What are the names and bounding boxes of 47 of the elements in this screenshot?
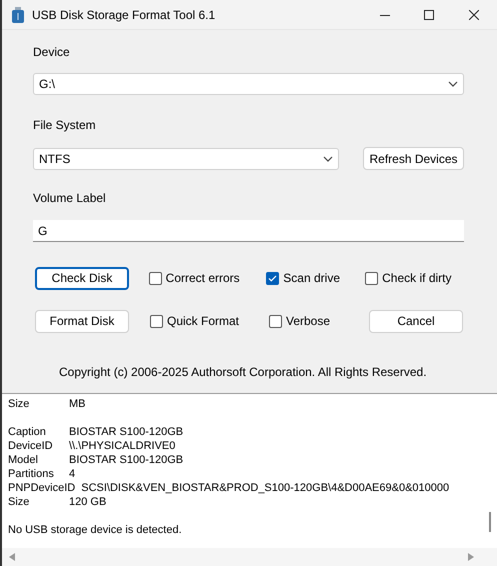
log-key: Model	[8, 453, 63, 467]
log-value: \\.\PHYSICALDRIVE0	[69, 439, 176, 453]
log-key: Caption	[8, 425, 63, 439]
log-value: BIOSTAR S100-120GB	[69, 425, 184, 439]
refresh-devices-button[interactable]: Refresh Devices	[363, 147, 464, 170]
volume-label-field[interactable]: G	[33, 220, 464, 242]
field-label: File System	[33, 117, 97, 134]
usb-drive-icon	[12, 6, 24, 22]
log-value: 4	[69, 467, 76, 481]
checkbox[interactable]	[266, 272, 280, 284]
checkmark-icon	[268, 274, 278, 282]
scroll-right-icon[interactable]	[468, 553, 474, 561]
log-key: Size	[8, 495, 63, 509]
field-label: Device	[33, 44, 71, 61]
file-system-dropdown[interactable]: NTFS	[33, 148, 339, 170]
checkbox-label: Check if dirty	[382, 270, 452, 287]
checkbox[interactable]	[365, 272, 378, 284]
window-title: USB Disk Storage Format Tool 6.1	[32, 6, 216, 24]
chevron-down-icon	[323, 156, 333, 162]
log-key: Partitions	[8, 467, 63, 481]
checkbox[interactable]	[148, 272, 162, 284]
log-message: No USB storage device is detected.	[8, 523, 183, 537]
log-value: 120 GB	[69, 495, 106, 509]
checkbox-label: Scan drive	[283, 270, 340, 287]
checkbox[interactable]	[269, 314, 282, 328]
field-label: Volume Label	[33, 190, 107, 207]
copyright-text: Copyright (c) 2006-2025 Authorsoft Corporation. All Rights Reserved.	[59, 364, 428, 381]
checkbox-label: Quick Format	[167, 313, 240, 330]
horizontal-scrollbar[interactable]	[2, 548, 497, 566]
log-key: Size	[8, 397, 63, 411]
log-key: DeviceID	[8, 439, 63, 453]
chevron-down-icon	[448, 81, 458, 87]
action-button[interactable]: Format Disk	[35, 310, 129, 332]
close-icon	[469, 10, 479, 20]
log-key: PNPDeviceID	[8, 481, 76, 495]
maximize-icon	[424, 10, 434, 20]
checkbox-label: Correct errors	[166, 270, 240, 287]
log-value: MB	[69, 397, 86, 411]
log-value: SCSI\DISK&VEN_BIOSTAR&PROD_S100-120GB\4&D00AE69&0&010000	[81, 481, 450, 495]
cancel-button[interactable]: Cancel	[369, 310, 463, 332]
checkbox[interactable]	[150, 314, 163, 328]
checkbox-label: Verbose	[286, 313, 330, 330]
scroll-left-icon[interactable]	[9, 553, 15, 561]
action-button[interactable]: Check Disk	[35, 266, 129, 290]
device-dropdown[interactable]: G:\	[33, 73, 464, 95]
log-value: BIOSTAR S100-120GB	[69, 453, 184, 467]
vertical-scrollbar-thumb[interactable]	[489, 512, 491, 532]
